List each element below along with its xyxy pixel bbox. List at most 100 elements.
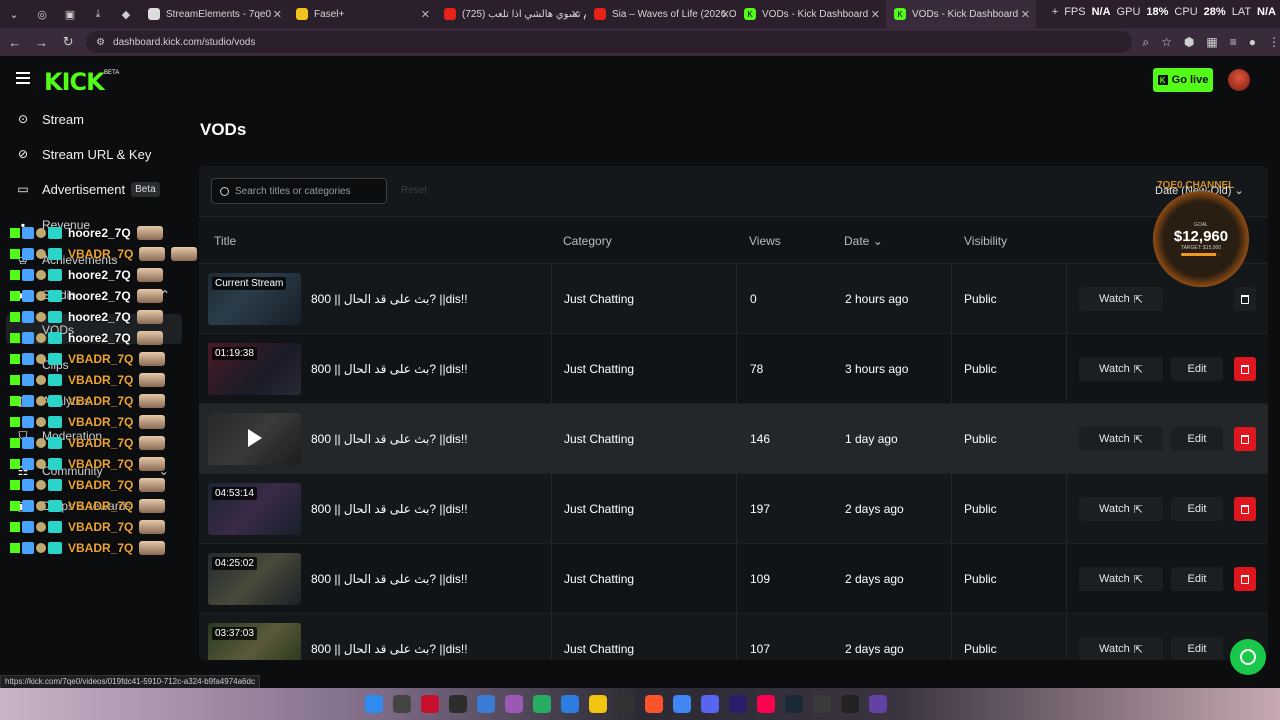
menu-icon[interactable]: ⋮: [1268, 35, 1280, 50]
extension-icon[interactable]: ⬢: [1184, 35, 1194, 50]
close-icon[interactable]: ✕: [571, 8, 580, 21]
vod-thumbnail[interactable]: 01:19:38: [208, 343, 301, 395]
obs-icon[interactable]: [841, 695, 859, 713]
status-bar-url: https://kick.com/7qe0/videos/019fdc41-59…: [0, 675, 260, 689]
profile-icon[interactable]: ●: [1249, 35, 1256, 50]
app-icon[interactable]: [477, 695, 495, 713]
table-row[interactable]: 04:25:02 بث على قد الحال || 800? ||dis!!…: [199, 544, 1268, 614]
tab-youtube-2[interactable]: Sia – Waves of Life (2026 Offi ✕: [586, 0, 736, 28]
delete-button[interactable]: [1234, 357, 1256, 381]
playlist-icon[interactable]: ≡: [1230, 35, 1237, 50]
tab-kick-1[interactable]: K VODs - Kick Dashboard ✕: [736, 0, 886, 28]
table-row[interactable]: 04:53:14 بث على قد الحال || 800? ||dis!!…: [199, 474, 1268, 544]
search-input[interactable]: Search titles or categories: [211, 178, 387, 204]
close-icon[interactable]: ✕: [273, 8, 282, 21]
download-icon[interactable]: ⤓: [84, 0, 112, 28]
watch-button[interactable]: Watch ⇱: [1079, 567, 1163, 591]
edit-button[interactable]: Edit: [1171, 497, 1223, 521]
reload-icon[interactable]: ↻: [56, 30, 80, 54]
watch-button[interactable]: Watch ⇱: [1079, 497, 1163, 521]
column-date[interactable]: Date ⌄: [844, 234, 883, 248]
delete-button[interactable]: [1234, 567, 1256, 591]
vod-thumbnail[interactable]: 04:53:14: [208, 483, 301, 535]
watch-button[interactable]: Watch ⇱: [1079, 637, 1163, 660]
premiere-icon[interactable]: [729, 695, 747, 713]
avatar[interactable]: [1228, 69, 1250, 91]
tab-kick-active[interactable]: K VODs - Kick Dashboard ✕: [886, 0, 1036, 28]
watch-button[interactable]: Watch ⇱: [1079, 357, 1163, 381]
lat-label: LAT: [1231, 6, 1252, 18]
url-input[interactable]: ⚙ dashboard.kick.com/studio/vods: [86, 31, 1133, 53]
app-icon[interactable]: [813, 695, 831, 713]
table-row[interactable]: 01:19:38 بث على قد الحال || 800? ||dis!!…: [199, 334, 1268, 404]
bookmark-star-icon[interactable]: ☆: [1161, 35, 1172, 50]
table-row[interactable]: بث على قد الحال || 800? ||dis!! Just Cha…: [199, 404, 1268, 474]
new-tab-button[interactable]: +: [1052, 6, 1058, 18]
app-icon[interactable]: ◎: [28, 0, 56, 28]
chrome-icon[interactable]: [673, 695, 691, 713]
vod-title: بث على قد الحال || 800? ||dis!!: [311, 502, 468, 516]
watch-button[interactable]: Watch ⇱: [1079, 427, 1163, 451]
tab-fasel[interactable]: Fasel+ ✕: [288, 0, 436, 28]
back-icon[interactable]: ←: [3, 30, 27, 54]
discord-icon[interactable]: [701, 695, 719, 713]
app-icon[interactable]: [449, 695, 467, 713]
tab-youtube-1[interactable]: (725) لازم تسوي هالشي اذا تلعب ✕: [436, 0, 586, 28]
chat-bubble-button[interactable]: [1230, 639, 1266, 675]
app-icon[interactable]: [533, 695, 551, 713]
delete-button[interactable]: [1234, 497, 1256, 521]
kick-logo[interactable]: KICK: [44, 68, 105, 96]
app-icon[interactable]: [617, 695, 635, 713]
start-icon[interactable]: [365, 695, 383, 713]
watch-button[interactable]: Watch ⇱: [1079, 287, 1163, 311]
close-icon[interactable]: ✕: [421, 8, 430, 21]
goal-progress-bar: [1181, 253, 1221, 256]
vod-thumbnail[interactable]: [208, 413, 301, 465]
app-icon[interactable]: [421, 695, 439, 713]
delete-button[interactable]: [1234, 287, 1256, 311]
kick-icon: K: [1157, 75, 1168, 85]
search-placeholder: Search titles or categories: [235, 185, 351, 197]
extension-icon[interactable]: ▣: [56, 0, 84, 28]
delete-button[interactable]: [1234, 427, 1256, 451]
forward-icon[interactable]: →: [30, 30, 54, 54]
close-icon[interactable]: ✕: [721, 8, 730, 21]
emote-icon: [171, 247, 198, 261]
tab-streamelements[interactable]: StreamElements - 7qe0 ✕: [140, 0, 288, 28]
emote-icon: [139, 541, 166, 555]
chat-username: hoore2_7Q: [68, 331, 131, 345]
app-icon[interactable]: [505, 695, 523, 713]
hamburger-menu-icon[interactable]: [16, 72, 30, 84]
table-row[interactable]: Current Stream بث على قد الحال || 800? |…: [199, 264, 1268, 334]
go-live-button[interactable]: K Go live: [1153, 68, 1213, 92]
chat-username: VBADR_7Q: [68, 415, 134, 429]
trash-icon: [1241, 434, 1249, 444]
app-icon[interactable]: [869, 695, 887, 713]
sidebar-item-stream[interactable]: ⊙ Stream: [16, 108, 84, 130]
close-icon[interactable]: ✕: [1021, 8, 1030, 21]
sidebar-item-stream-url-key[interactable]: ⊘ Stream URL & Key: [16, 143, 151, 165]
vod-thumbnail[interactable]: 03:37:03: [208, 623, 301, 660]
app-icon[interactable]: [561, 695, 579, 713]
table-row[interactable]: 03:37:03 بث على قد الحال || 800? ||dis!!…: [199, 614, 1268, 660]
site-info-icon[interactable]: ⚙: [96, 37, 105, 48]
zoom-icon[interactable]: ⌕: [1142, 35, 1149, 50]
sidebar-item-advertisement[interactable]: ▭ Advertisement Beta: [16, 178, 160, 200]
vod-thumbnail[interactable]: Current Stream: [208, 273, 301, 325]
edit-button[interactable]: Edit: [1171, 567, 1223, 591]
edit-button[interactable]: Edit: [1171, 427, 1223, 451]
reset-button[interactable]: Reset: [401, 185, 427, 196]
puzzle-icon[interactable]: ▦: [1206, 35, 1217, 50]
folder-icon[interactable]: [589, 695, 607, 713]
search-icon[interactable]: [393, 695, 411, 713]
steam-icon[interactable]: [785, 695, 803, 713]
watch-label: Watch: [1099, 363, 1130, 375]
pinned-tab-icon[interactable]: ◆: [112, 0, 140, 28]
tiktok-icon[interactable]: [757, 695, 775, 713]
edit-button[interactable]: Edit: [1171, 357, 1223, 381]
brave-icon[interactable]: [645, 695, 663, 713]
edit-button[interactable]: Edit: [1171, 637, 1223, 660]
vod-thumbnail[interactable]: 04:25:02: [208, 553, 301, 605]
close-icon[interactable]: ✕: [871, 8, 880, 21]
tab-search-icon[interactable]: ⌄: [0, 0, 28, 28]
